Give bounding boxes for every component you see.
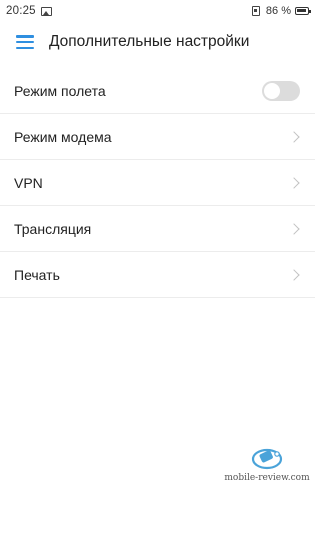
setting-vpn[interactable]: VPN: [0, 160, 315, 206]
page-title: Дополнительные настройки: [49, 33, 250, 50]
chevron-right-icon: [288, 222, 300, 235]
setting-label: Трансляция: [14, 220, 92, 237]
setting-modem-mode[interactable]: Режим модема: [0, 114, 315, 160]
hamburger-menu-icon[interactable]: [16, 35, 34, 49]
settings-list: Режим полета Режим модема VPN Трансляция…: [0, 68, 315, 298]
airplane-mode-toggle[interactable]: [262, 80, 300, 101]
status-time: 20:25: [6, 5, 36, 17]
setting-label: Режим полета: [14, 82, 106, 99]
mobile-review-logo-icon: [247, 445, 287, 471]
status-bar: 20:25 86 %: [0, 0, 315, 22]
gallery-icon: [40, 6, 52, 16]
sim-icon: [251, 6, 260, 16]
chevron-right-icon: [288, 130, 300, 143]
setting-printing[interactable]: Печать: [0, 252, 315, 298]
setting-label: VPN: [14, 174, 43, 191]
status-bar-left: 20:25: [0, 5, 52, 17]
setting-airplane-mode[interactable]: Режим полета: [0, 68, 315, 114]
watermark-text: mobile-review.com: [224, 473, 310, 483]
chevron-right-icon: [288, 268, 300, 281]
battery-icon: [295, 7, 311, 15]
toggle-knob: [264, 82, 280, 99]
watermark: mobile-review.com: [222, 445, 312, 483]
app-bar: Дополнительные настройки: [0, 22, 315, 62]
setting-label: Печать: [14, 266, 60, 283]
setting-label: Режим модема: [14, 128, 112, 145]
status-bar-right: 86 %: [251, 5, 315, 17]
setting-broadcast[interactable]: Трансляция: [0, 206, 315, 252]
chevron-right-icon: [288, 176, 300, 189]
battery-level: 86 %: [265, 5, 291, 17]
